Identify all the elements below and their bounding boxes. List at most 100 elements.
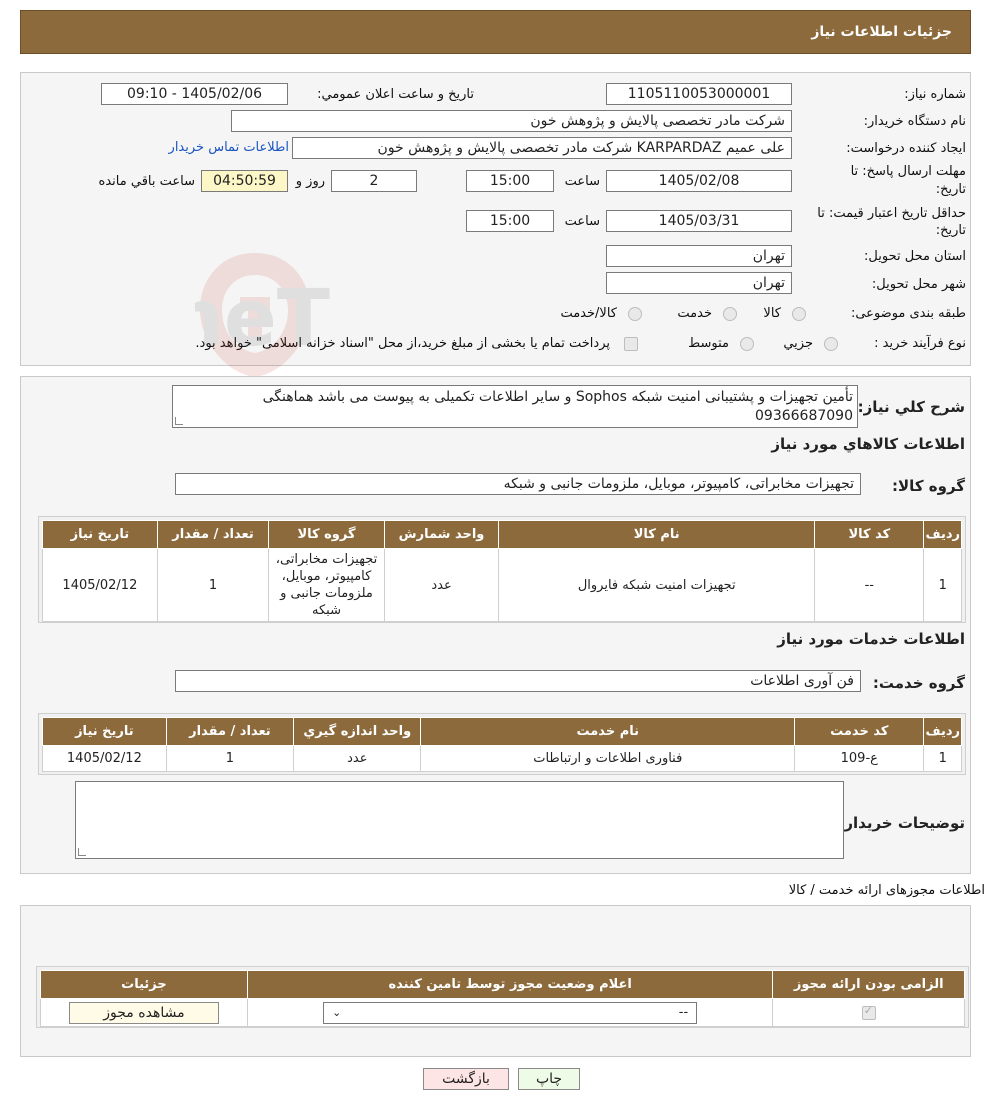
page-header: جزئیات اطلاعات نیاز	[20, 10, 971, 54]
deadline-time-label: ساعت	[564, 174, 600, 189]
category-radio-goods[interactable]	[792, 307, 806, 321]
goods-cell-date: 1405/02/12	[42, 548, 158, 622]
validity-label-date: تاريخ:	[935, 223, 966, 238]
table-row: 1 ع-109 فناوری اطلاعات و ارتباطات عدد 1 …	[42, 745, 962, 772]
licenses-table-wrap: الزامی بودن ارائه مجوز اعلام وضعیت مجوز …	[36, 966, 969, 1028]
category-option-goods: کالا	[763, 306, 781, 321]
goods-table-wrap: رديف کد کالا نام کالا واحد شمارش گروه کا…	[38, 516, 966, 623]
goods-col-date: تاريخ نياز	[42, 520, 158, 549]
services-group-field: فن آوری اطلاعات	[175, 670, 861, 692]
validity-date-field: 1405/03/31	[606, 210, 792, 232]
services-col-qty: تعداد / مقدار	[165, 717, 295, 746]
category-option-goods-service: کالا/خدمت	[560, 306, 617, 321]
process-note: پرداخت تمام یا بخشی از مبلغ خرید،از محل …	[195, 336, 610, 351]
deadline-time-field: 15:00	[466, 170, 554, 192]
treasury-checkbox[interactable]	[624, 337, 638, 351]
buyer-contact-link[interactable]: اطلاعات تماس خريدار	[169, 140, 289, 155]
category-label: طبقه بندی موضوعی:	[850, 306, 966, 321]
table-row: 1 -- تجهیزات امنیت شبکه فایروال عدد تجهی…	[42, 548, 962, 622]
creator-label: ايجاد کننده درخواست:	[846, 141, 966, 156]
remaining-time-field: 04:50:59	[201, 170, 288, 192]
goods-col-row: رديف	[923, 520, 962, 549]
category-option-service: خدمت	[677, 306, 712, 321]
licenses-section-title: اطلاعات مجوزهای ارائه خدمت / کالا	[788, 883, 985, 898]
process-option-medium: متوسط	[688, 336, 729, 351]
page-title: جزئیات اطلاعات نیاز	[811, 24, 952, 40]
need-number-field: 1105110053000001	[606, 83, 792, 105]
deadline-date-field: 1405/02/08	[606, 170, 792, 192]
goods-cell-unit: عدد	[383, 548, 500, 622]
buyer-notes-textarea[interactable]	[75, 781, 844, 859]
city-label: شهر محل تحويل:	[871, 277, 966, 292]
goods-table: رديف کد کالا نام کالا واحد شمارش گروه کا…	[42, 520, 962, 622]
process-radio-medium[interactable]	[740, 337, 754, 351]
validity-time-field: 15:00	[466, 210, 554, 232]
goods-section-title: اطلاعات کالاهاي مورد نياز	[771, 435, 965, 453]
category-radio-goods-service[interactable]	[628, 307, 642, 321]
services-col-unit: واحد اندازه گيري	[293, 717, 422, 746]
process-label: نوع فرآيند خريد :	[874, 336, 966, 351]
goods-col-qty: تعداد / مقدار	[156, 520, 270, 549]
deadline-label: مهلت ارسال پاسخ: تا	[850, 164, 966, 179]
buyer-org-field: شرکت مادر تخصصی پالایش و پژوهش خون	[231, 110, 792, 132]
validity-time-label: ساعت	[564, 214, 600, 229]
license-status-select[interactable]: -- ⌄	[323, 1001, 698, 1024]
services-col-code: کد خدمت	[794, 717, 925, 746]
buyer-org-label: نام دستگاه خريدار:	[863, 114, 966, 129]
days-field: 2	[331, 170, 417, 192]
check-icon: ✓	[863, 1003, 873, 1017]
licenses-col-status: اعلام وضعیت مجوز توسط تامین کننده	[246, 970, 774, 999]
province-label: استان محل تحويل:	[864, 249, 966, 264]
licenses-table: الزامی بودن ارائه مجوز اعلام وضعیت مجوز …	[40, 970, 965, 1027]
announce-label: تاریخ و ساعت اعلان عمومي:	[317, 87, 474, 102]
city-field: تهران	[606, 272, 792, 294]
services-cell-row: 1	[923, 745, 962, 772]
services-table-wrap: رديف کد خدمت نام خدمت واحد اندازه گيري ت…	[38, 713, 966, 775]
goods-cell-qty: 1	[156, 548, 270, 622]
remaining-label: ساعت باقي مانده	[98, 174, 195, 189]
validity-label: حداقل تاريخ اعتبار قيمت: تا	[817, 206, 966, 221]
licenses-col-required: الزامی بودن ارائه مجوز	[772, 970, 965, 999]
buyer-notes-label: توضيحات خريدار:	[838, 814, 965, 832]
resize-handle-icon[interactable]	[78, 848, 86, 856]
goods-col-name: نام کالا	[498, 520, 816, 549]
services-cell-qty: 1	[165, 745, 295, 772]
services-section-title: اطلاعات خدمات مورد نياز	[777, 630, 965, 648]
services-col-row: رديف	[923, 717, 962, 746]
goods-cell-name: تجهیزات امنیت شبکه فایروال	[498, 548, 816, 622]
print-button[interactable]: چاپ	[518, 1068, 580, 1090]
licenses-col-details: جزئیات	[40, 970, 248, 999]
services-col-name: نام خدمت	[420, 717, 796, 746]
creator-field: علی عمیم KARPARDAZ شرکت مادر تخصصی پالای…	[292, 137, 792, 159]
days-label: روز و	[295, 174, 325, 189]
process-option-minor: جزيي	[783, 336, 813, 351]
services-table: رديف کد خدمت نام خدمت واحد اندازه گيري ت…	[42, 717, 962, 772]
process-radio-minor[interactable]	[824, 337, 838, 351]
services-cell-date: 1405/02/12	[42, 745, 167, 772]
announce-field: 1405/02/06 - 09:10	[101, 83, 288, 105]
goods-cell-group: تجهیزات مخابراتی، کامپیوتر، موبایل، ملزو…	[268, 548, 385, 622]
goods-cell-code: --	[814, 548, 925, 622]
services-group-label: گروه خدمت:	[872, 674, 965, 692]
goods-col-code: کد کالا	[814, 520, 925, 549]
goods-col-group: گروه کالا	[268, 520, 385, 549]
description-textarea[interactable]: تأمین تجهیزات و پشتیبانی امنیت شبکه Soph…	[172, 385, 858, 428]
services-cell-name: فناوری اطلاعات و ارتباطات	[420, 745, 796, 772]
deadline-label-date: تاریخ:	[935, 182, 966, 197]
goods-cell-row: 1	[923, 548, 962, 622]
goods-col-unit: واحد شمارش	[383, 520, 500, 549]
services-cell-code: ع-109	[794, 745, 925, 772]
goods-group-label: گروه کالا:	[892, 477, 965, 495]
chevron-down-icon: ⌄	[332, 1006, 342, 1019]
services-col-date: تاريخ نياز	[42, 717, 167, 746]
resize-handle-icon[interactable]	[175, 417, 183, 425]
services-cell-unit: عدد	[293, 745, 422, 772]
need-number-label: شماره نیاز:	[904, 87, 966, 102]
description-label: شرح کلي نياز:	[857, 398, 965, 416]
license-required-checkbox[interactable]: ✓	[861, 1003, 876, 1020]
category-radio-service[interactable]	[723, 307, 737, 321]
view-license-button[interactable]: مشاهده مجوز	[68, 1001, 219, 1024]
table-row: ✓ -- ⌄ مشاهده مجوز	[40, 998, 965, 1027]
goods-group-field: تجهیزات مخابراتی، کامپیوتر، موبایل، ملزو…	[175, 473, 861, 495]
back-button[interactable]: بازگشت	[423, 1068, 509, 1090]
